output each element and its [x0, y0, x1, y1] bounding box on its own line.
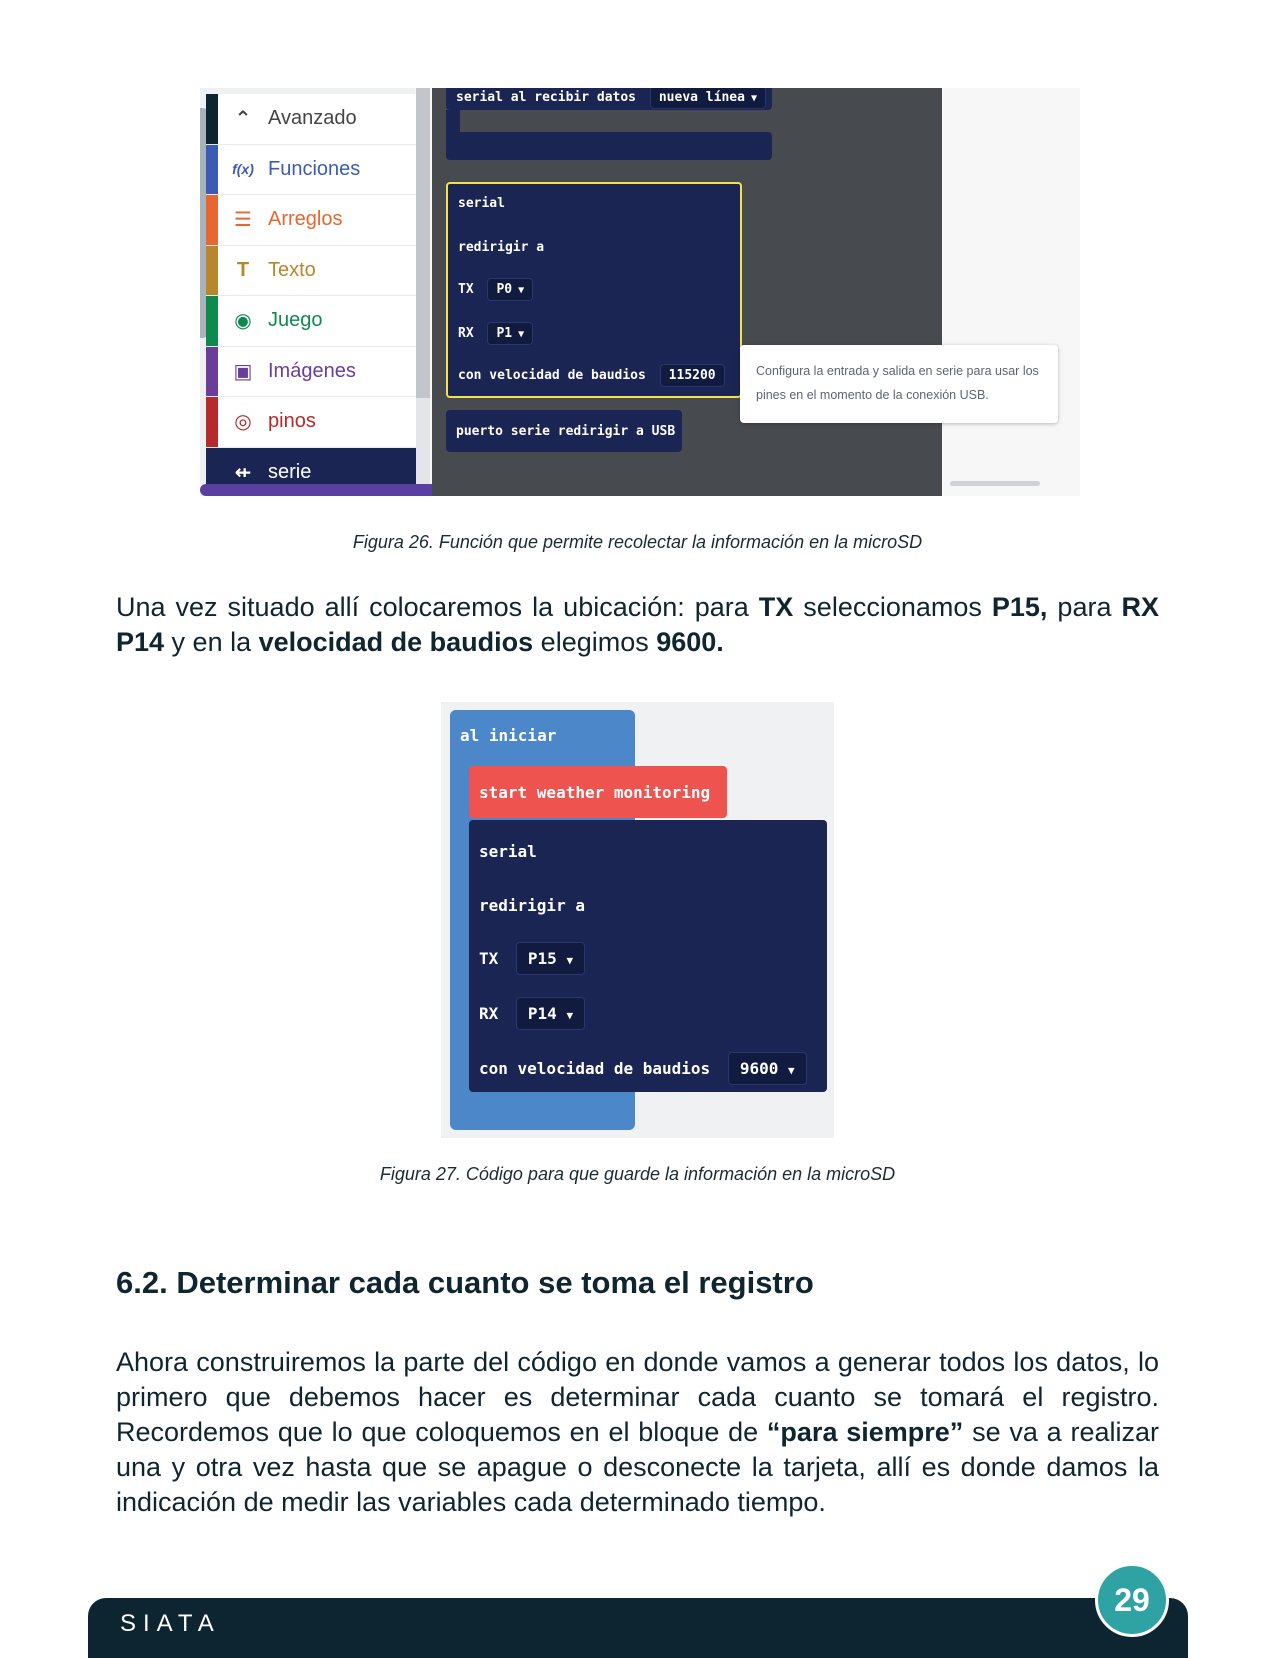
toolbox-category-funciones[interactable]: f(x) Funciones [206, 144, 416, 195]
bold-run: “para siempre” [766, 1417, 964, 1447]
category-color-bar [206, 245, 218, 295]
serial-label: serial [479, 842, 537, 861]
toolbox-category-pinos[interactable]: ◎ pinos [206, 397, 416, 448]
rx-value: P1 [496, 326, 513, 341]
tx-dropdown[interactable]: P0 ▼ [487, 278, 534, 301]
baud-label: con velocidad de baudios [458, 368, 646, 383]
weather-block-label: start weather monitoring [479, 783, 711, 802]
category-label: Texto [268, 258, 316, 281]
toolbox-category-imágenes[interactable]: ▣ Imágenes [206, 346, 416, 397]
toolbox-category-list: ⌃ Avanzado f(x) Funciones ☰ Arreglos T Texto ◉ Ju… [206, 94, 416, 496]
page-number-badge: 29 [1095, 1563, 1169, 1637]
text-icon: T [236, 258, 250, 281]
flyout-workspace: serial al recibir datos nueva línea ▼ ser… [432, 88, 942, 496]
category-label: serie [268, 460, 312, 483]
figure-27-caption: Figura 27. Código para que guarde la inf… [379, 1164, 896, 1184]
serial-redirect-block[interactable]: serial redirigir a TX P15 ▼ RX P14 ▼ con… [469, 820, 827, 1092]
paragraph-intro: Una vez situado allí colocaremos la ubic… [116, 590, 1159, 660]
bold-run: 9600. [656, 627, 724, 657]
toolbox-category-avanzado[interactable]: ⌃ Avanzado [206, 94, 416, 145]
category-label: pinos [268, 410, 316, 433]
bold-run: velocidad de baudios [258, 627, 534, 657]
toolbox-category-juego[interactable]: ◉ Juego [206, 296, 416, 347]
redirect-label: redirigir a [479, 896, 585, 915]
serial-redirect-block[interactable]: serial redirigir a TX P0 ▼ RX P1 ▼ con vel… [446, 182, 742, 398]
block-tooltip: Configura la entrada y salida en serie p… [740, 345, 1058, 423]
category-color-bar [206, 397, 218, 447]
category-color-bar [206, 296, 218, 346]
figure-26-screenshot: ⌃ Avanzado f(x) Funciones ☰ Arreglos T Texto ◉ Ju… [200, 88, 1080, 496]
weather-monitoring-block[interactable]: start weather monitoring [469, 766, 727, 818]
category-color-bar [206, 94, 218, 144]
function-icon: f(x) [232, 161, 254, 178]
serial-on-data-block[interactable]: serial al recibir datos nueva línea ▼ [446, 88, 772, 110]
dropdown-arrow-icon: ▼ [566, 1009, 574, 1022]
bold-run: TX [758, 592, 794, 622]
text-run: para [1047, 592, 1122, 622]
category-color-bar [206, 346, 218, 396]
rx-dropdown[interactable]: P14 ▼ [515, 997, 586, 1030]
chevron-up-icon: ⌃ [234, 108, 252, 131]
footer-bar [88, 1598, 1188, 1658]
serial-redirect-usb-block[interactable]: puerto serie redirigir a USB [446, 410, 682, 452]
dropdown-arrow-icon: ▼ [566, 954, 574, 967]
dropdown-arrow-icon: ▼ [788, 1064, 795, 1077]
rx-dropdown[interactable]: P1 ▼ [487, 322, 534, 345]
toolbox-scrollbar-thumb[interactable] [416, 88, 430, 398]
baud-dropdown[interactable]: 9600 ▼ [727, 1052, 807, 1085]
on-start-label: al iniciar [460, 726, 557, 745]
baud-label: con velocidad de baudios [479, 1059, 711, 1078]
toolbox-category-arreglos[interactable]: ☰ Arreglos [206, 195, 416, 246]
workspace-horizontal-scrollbar[interactable] [950, 481, 1040, 486]
dropdown-arrow-icon: ▼ [750, 93, 757, 104]
image-icon: ▣ [233, 360, 253, 383]
on-start-header: al iniciar [450, 710, 635, 758]
baud-value: 115200 [668, 368, 716, 383]
baud-dropdown[interactable]: 115200 [659, 364, 725, 387]
section-heading: 6.2. Determinar cada cuanto se toma el r… [116, 1265, 814, 1300]
category-label: Avanzado [268, 107, 357, 130]
rx-label: RX [479, 1004, 499, 1023]
dropdown-arrow-icon: ▼ [518, 329, 525, 340]
tx-label: TX [458, 282, 474, 297]
tx-value: P15 [527, 949, 557, 968]
newline-dropdown[interactable]: nueva línea ▼ [649, 88, 766, 109]
workspace-grid [942, 88, 1080, 496]
bold-run: P15, [991, 592, 1048, 622]
target-icon: ◎ [234, 411, 252, 434]
rx-value: P14 [527, 1004, 557, 1023]
category-color-bar [206, 195, 218, 245]
footer-brand: SIATA [120, 1610, 221, 1637]
usb-icon: ⇷ [234, 461, 252, 484]
category-color-bar [206, 144, 218, 194]
tx-label: TX [479, 949, 499, 968]
rx-label: RX [458, 326, 474, 341]
toolbox-category-texto[interactable]: T Texto [206, 245, 416, 296]
paragraph-section: Ahora construiremos la parte del código … [116, 1345, 1159, 1520]
text-run: seleccionamos [793, 592, 992, 622]
redirect-label: redirigir a [458, 240, 545, 255]
baud-value: 9600 [739, 1059, 779, 1078]
category-label: Arreglos [268, 208, 343, 231]
serial-on-data-block-footer [446, 132, 772, 160]
figure-27-screenshot: al iniciar start weather monitoring seri… [441, 702, 834, 1138]
serial-label: serial [458, 196, 505, 211]
gamepad-icon: ◉ [234, 310, 252, 333]
dropdown-arrow-icon: ▼ [518, 285, 525, 296]
usb-block-label: puerto serie redirigir a USB [456, 424, 676, 439]
dropdown-value: nueva línea [658, 90, 745, 105]
category-label: Juego [268, 309, 323, 332]
text-run: elegimos [533, 627, 657, 657]
list-icon: ☰ [234, 209, 252, 232]
text-run: y en la [164, 627, 259, 657]
text-run: Una vez situado allí colocaremos la ubic… [116, 592, 759, 622]
category-label: Imágenes [268, 359, 356, 382]
block-label: serial al recibir datos [456, 90, 637, 105]
tx-value: P0 [496, 282, 513, 297]
category-label: Funciones [268, 157, 361, 180]
figure-26-caption: Figura 26. Función que permite recolecta… [352, 532, 923, 552]
tx-dropdown[interactable]: P15 ▼ [515, 942, 586, 975]
